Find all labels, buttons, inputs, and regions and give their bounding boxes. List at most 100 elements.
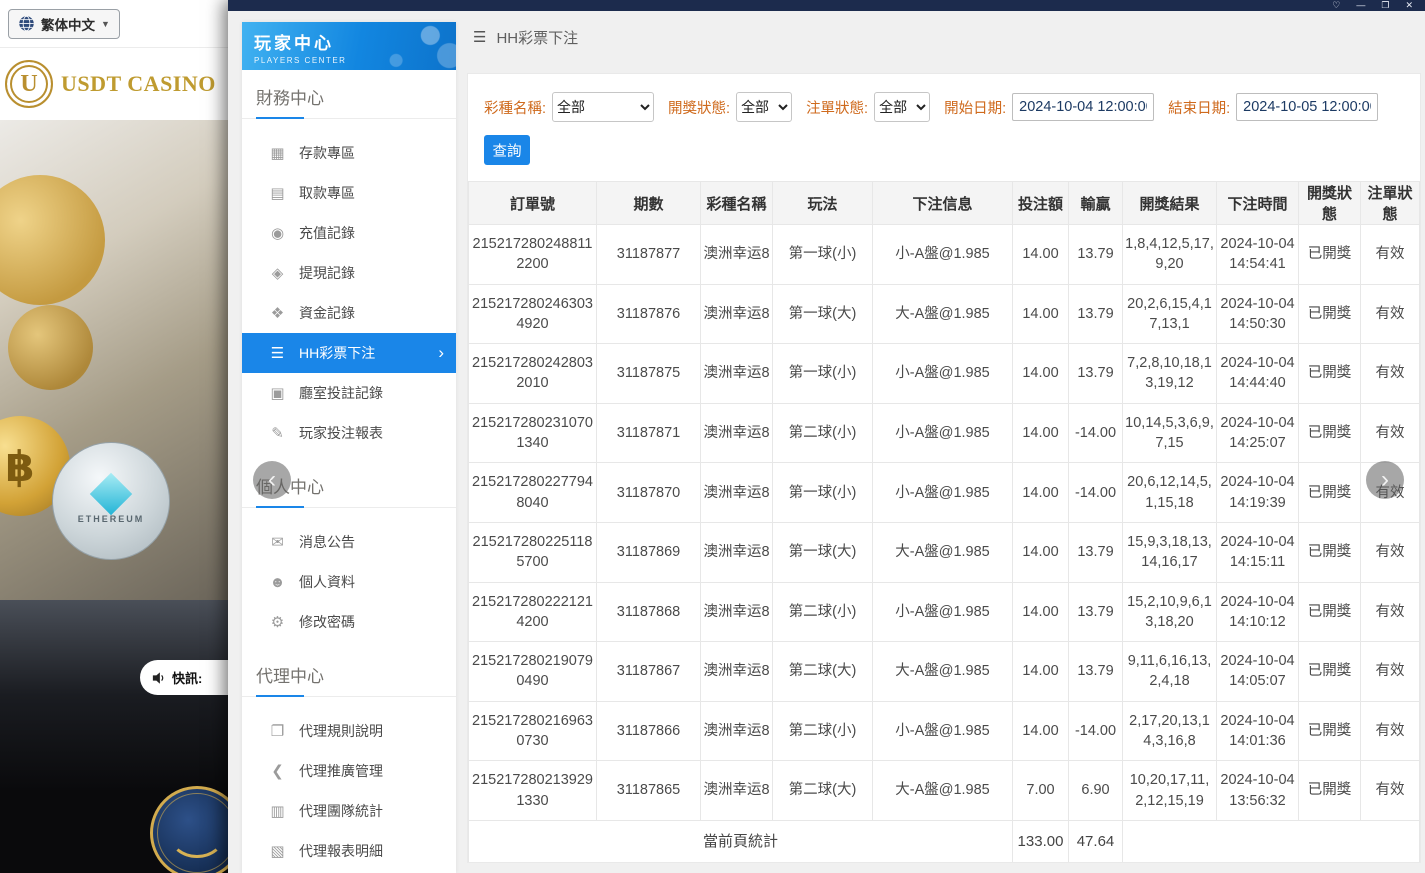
totals-row: 當前頁統計133.0047.64 (469, 820, 1420, 862)
sidebar-header: 玩家中心 PLAYERS CENTER (242, 22, 456, 70)
sidebar-item-withdraw-records[interactable]: ◈ 提現記錄 › (242, 253, 456, 293)
bet-row: 215217280242803201031187875澳洲幸运8第一球(小)小-… (469, 344, 1420, 404)
sidebar-title: 玩家中心 (254, 29, 456, 54)
end-date-label: 結束日期: (1168, 97, 1230, 118)
ethereum-coin: ETHEREUM (52, 442, 170, 560)
column-header: 期數 (597, 182, 701, 225)
table-body: 215217280248811220031187877澳洲幸运8第一球(小)小-… (469, 225, 1420, 821)
column-header: 訂單號 (469, 182, 597, 225)
totals-row: 總統計133.0047.64 (469, 862, 1420, 863)
globe-icon (18, 15, 35, 32)
sidebar-item-hh-lottery-bets[interactable]: ☰ HH彩票下注 › (242, 333, 456, 373)
window-titlebar: ♡ — ❐ ✕ (228, 0, 1425, 11)
totals-winloss: 47.64 (1069, 862, 1123, 863)
filter-end-date: 結束日期: (1168, 93, 1378, 121)
end-date-input[interactable] (1236, 93, 1378, 121)
bet-row: 215217280213929133031187865澳洲幸运8第二球(大)大-… (469, 761, 1420, 821)
language-label: 繁体中文 (41, 14, 95, 34)
withdraw-record-icon: ◈ (269, 264, 286, 282)
site-topbar: 繁体中文 ▼ (0, 0, 228, 48)
sidebar-item-agent-team-stats[interactable]: ▥ 代理團隊統計 › (242, 791, 456, 831)
close-icon[interactable]: ✕ (1405, 1, 1413, 10)
sidebar-item-agent-promotion[interactable]: ❮ 代理推廣管理 › (242, 751, 456, 791)
carousel-next-button[interactable]: › (1366, 461, 1404, 499)
menu-icon[interactable]: ☰ (473, 28, 486, 46)
bet-row: 215217280231070134031187871澳洲幸运8第二球(小)小-… (469, 403, 1420, 463)
sidebar-item-fund-records[interactable]: ❖ 資金記錄 › (242, 293, 456, 333)
column-header: 開獎狀態 (1299, 182, 1361, 225)
start-date-input[interactable] (1012, 93, 1154, 121)
column-header: 下注信息 (873, 182, 1013, 225)
sidebar-item-withdraw[interactable]: ▤ 取款專區 › (242, 173, 456, 213)
usdt-casino-logo: U (5, 60, 53, 108)
lottery-name-label: 彩種名稱: (484, 97, 546, 118)
sidebar-item-deposit[interactable]: ▦ 存款專區 › (242, 133, 456, 173)
sidebar-section-heading: 財務中心 (242, 70, 456, 119)
totals-empty (1123, 862, 1420, 863)
person-icon: ☻ (269, 574, 286, 591)
query-button[interactable]: 查詢 (484, 135, 530, 165)
gear-icon: ⚙ (269, 613, 286, 631)
sidebar-section: 財務中心 ▦ 存款專區 › ▤ 取款專區 › ◉ 充值記錄 › ◈ 提現記錄 ›… (242, 70, 456, 459)
recharge-icon: ◉ (269, 224, 286, 242)
sidebar-item-profile[interactable]: ☻ 個人資料 › (242, 562, 456, 602)
draw-status-select[interactable]: 全部 (736, 92, 792, 122)
sidebar-item-room-bet-records[interactable]: ▣ 廳室投註記錄 › (242, 373, 456, 413)
query-panel: 彩種名稱: 全部 開獎狀態: 全部 注單狀態: (467, 73, 1421, 863)
filter-bet-status: 注單狀態: 全部 (806, 92, 930, 122)
page-title: HH彩票下注 (496, 27, 578, 48)
heart-icon[interactable]: ♡ (1332, 1, 1340, 10)
bet-row: 215217280246303492031187876澳洲幸运8第一球(大)大-… (469, 284, 1420, 344)
players-center-window: ♡ — ❐ ✕ 玩家中心 PLAYERS CENTER 財務中心 ▦ 存款專區 › ▤… (228, 0, 1425, 873)
ticker-label: 快訊: (172, 668, 202, 687)
report-icon: ✎ (269, 424, 286, 442)
bet-row: 215217280227794804031187870澳洲幸运8第一球(小)小-… (469, 463, 1420, 523)
window-controls: ♡ — ❐ ✕ (1332, 1, 1413, 10)
sidebar-item-change-password[interactable]: ⚙ 修改密碼 › (242, 602, 456, 642)
sidebar-item-player-bet-report[interactable]: ✎ 玩家投注報表 › (242, 413, 456, 453)
bell-icon: ✉ (269, 533, 286, 551)
filter-start-date: 開始日期: (944, 93, 1154, 121)
sidebar-subtitle: PLAYERS CENTER (254, 56, 456, 65)
table-footer: 當前頁統計133.0047.64總統計133.0047.64 (469, 820, 1420, 863)
bet-row: 215217280222121420031187868澳洲幸运8第二球(小)小-… (469, 582, 1420, 642)
bets-table: 訂單號期數彩種名稱玩法下注信息投注額輸贏開獎結果下注時間開獎狀態注單狀態 215… (468, 181, 1420, 863)
screen: 繁体中文 ▼ U USDT CASINO ฿ ETHEREUM (0, 0, 1425, 873)
bet-row: 215217280225118570031187869澳洲幸运8第一球(大)大-… (469, 522, 1420, 582)
gold-coin-shape (8, 305, 93, 390)
funds-icon: ❖ (269, 304, 286, 322)
totals-bet-amount: 133.00 (1013, 862, 1069, 863)
bet-row: 215217280219079049031187867澳洲幸运8第二球(大)大-… (469, 642, 1420, 702)
brand-bar: U USDT CASINO (0, 48, 228, 120)
chart-icon: ▥ (269, 802, 286, 820)
totals-label: 當前頁統計 (469, 820, 1013, 862)
brand-name: USDT CASINO (61, 71, 216, 97)
sidebar-item-recharge-records[interactable]: ◉ 充值記錄 › (242, 213, 456, 253)
money-bag-shape (0, 175, 105, 305)
maximize-icon[interactable]: ❐ (1381, 1, 1389, 10)
language-selector[interactable]: 繁体中文 ▼ (8, 9, 120, 39)
bet-row: 215217280248811220031187877澳洲幸运8第一球(小)小-… (469, 225, 1420, 285)
bet-row: 215217280216963073031187866澳洲幸运8第二球(小)小-… (469, 701, 1420, 761)
sidebar-item-agent-rules[interactable]: ❐ 代理規則說明 › (242, 711, 456, 751)
site-lower-area: 快訊: (0, 600, 228, 873)
room-grid-icon: ▣ (269, 384, 286, 402)
chevron-right-icon: › (438, 343, 444, 363)
sidebar-section: 代理中心 ❐ 代理規則說明 › ❮ 代理推廣管理 › ▥ 代理團隊統計 › ▧ … (242, 648, 456, 873)
minimize-icon[interactable]: — (1356, 1, 1365, 10)
news-ticker: 快訊: (140, 660, 228, 695)
column-header: 開獎結果 (1123, 182, 1217, 225)
document-icon: ❐ (269, 722, 286, 740)
draw-status-label: 開獎狀態: (668, 97, 730, 118)
lottery-name-select[interactable]: 全部 (552, 92, 654, 122)
sidebar-section-heading: 代理中心 (242, 648, 456, 697)
calculator-icon: ▦ (269, 144, 286, 162)
sidebar-item-agent-report-detail[interactable]: ▧ 代理報表明細 › (242, 831, 456, 871)
carousel-prev-button[interactable]: ‹ (253, 461, 291, 499)
background-site: 繁体中文 ▼ U USDT CASINO ฿ ETHEREUM (0, 0, 228, 873)
filter-row: 彩種名稱: 全部 開獎狀態: 全部 注單狀態: (468, 92, 1420, 122)
bet-status-select[interactable]: 全部 (874, 92, 930, 122)
sidebar-item-announcements[interactable]: ✉ 消息公告 › (242, 522, 456, 562)
speaker-icon (152, 671, 166, 685)
filter-lottery-name: 彩種名稱: 全部 (484, 92, 654, 122)
